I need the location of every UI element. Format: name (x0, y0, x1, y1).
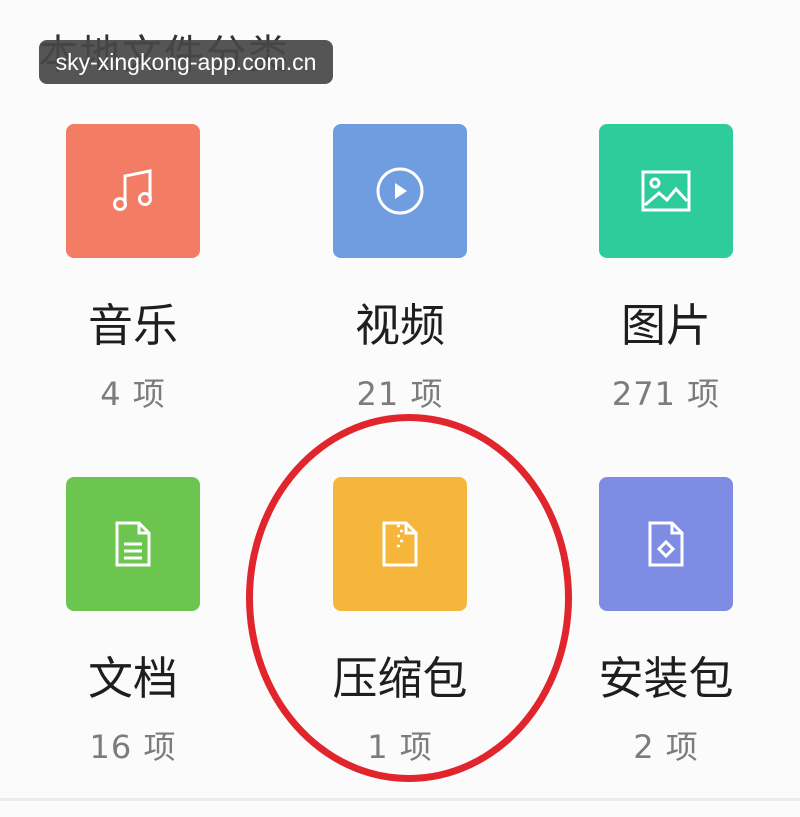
video-tile-icon-box (333, 124, 467, 258)
apk-package-icon (648, 521, 684, 567)
category-count: 21 项 (356, 375, 444, 413)
installers-tile-icon-box (599, 477, 733, 611)
category-label: 压缩包 (332, 652, 468, 705)
image-icon (641, 170, 691, 212)
category-label: 文档 (87, 652, 178, 705)
category-installers[interactable]: 安装包 2 项 (533, 477, 799, 817)
category-archives[interactable]: 压缩包 1 项 (267, 477, 533, 817)
category-video[interactable]: 视频 21 项 (267, 124, 533, 464)
category-label: 视频 (354, 299, 445, 352)
category-music[interactable]: 音乐 4 项 (0, 124, 266, 464)
document-icon (115, 521, 151, 567)
archives-tile-icon-box (333, 477, 467, 611)
music-note-icon (113, 169, 152, 211)
category-count: 4 项 (100, 375, 166, 413)
category-label: 安装包 (598, 652, 734, 705)
watermark: sky-xingkong-app.com.cn (39, 40, 333, 84)
play-circle-icon (376, 167, 424, 215)
category-documents[interactable]: 文档 16 项 (0, 477, 266, 817)
category-count: 1 项 (367, 728, 433, 766)
category-label: 图片 (620, 299, 711, 352)
category-count: 271 项 (611, 375, 721, 413)
category-count: 16 项 (89, 728, 177, 766)
music-tile-icon-box (66, 124, 200, 258)
documents-tile-icon-box (66, 477, 200, 611)
category-images[interactable]: 图片 271 项 (533, 124, 799, 464)
category-count: 2 项 (633, 728, 699, 766)
zip-file-icon (382, 521, 418, 567)
images-tile-icon-box (599, 124, 733, 258)
category-label: 音乐 (87, 299, 178, 352)
